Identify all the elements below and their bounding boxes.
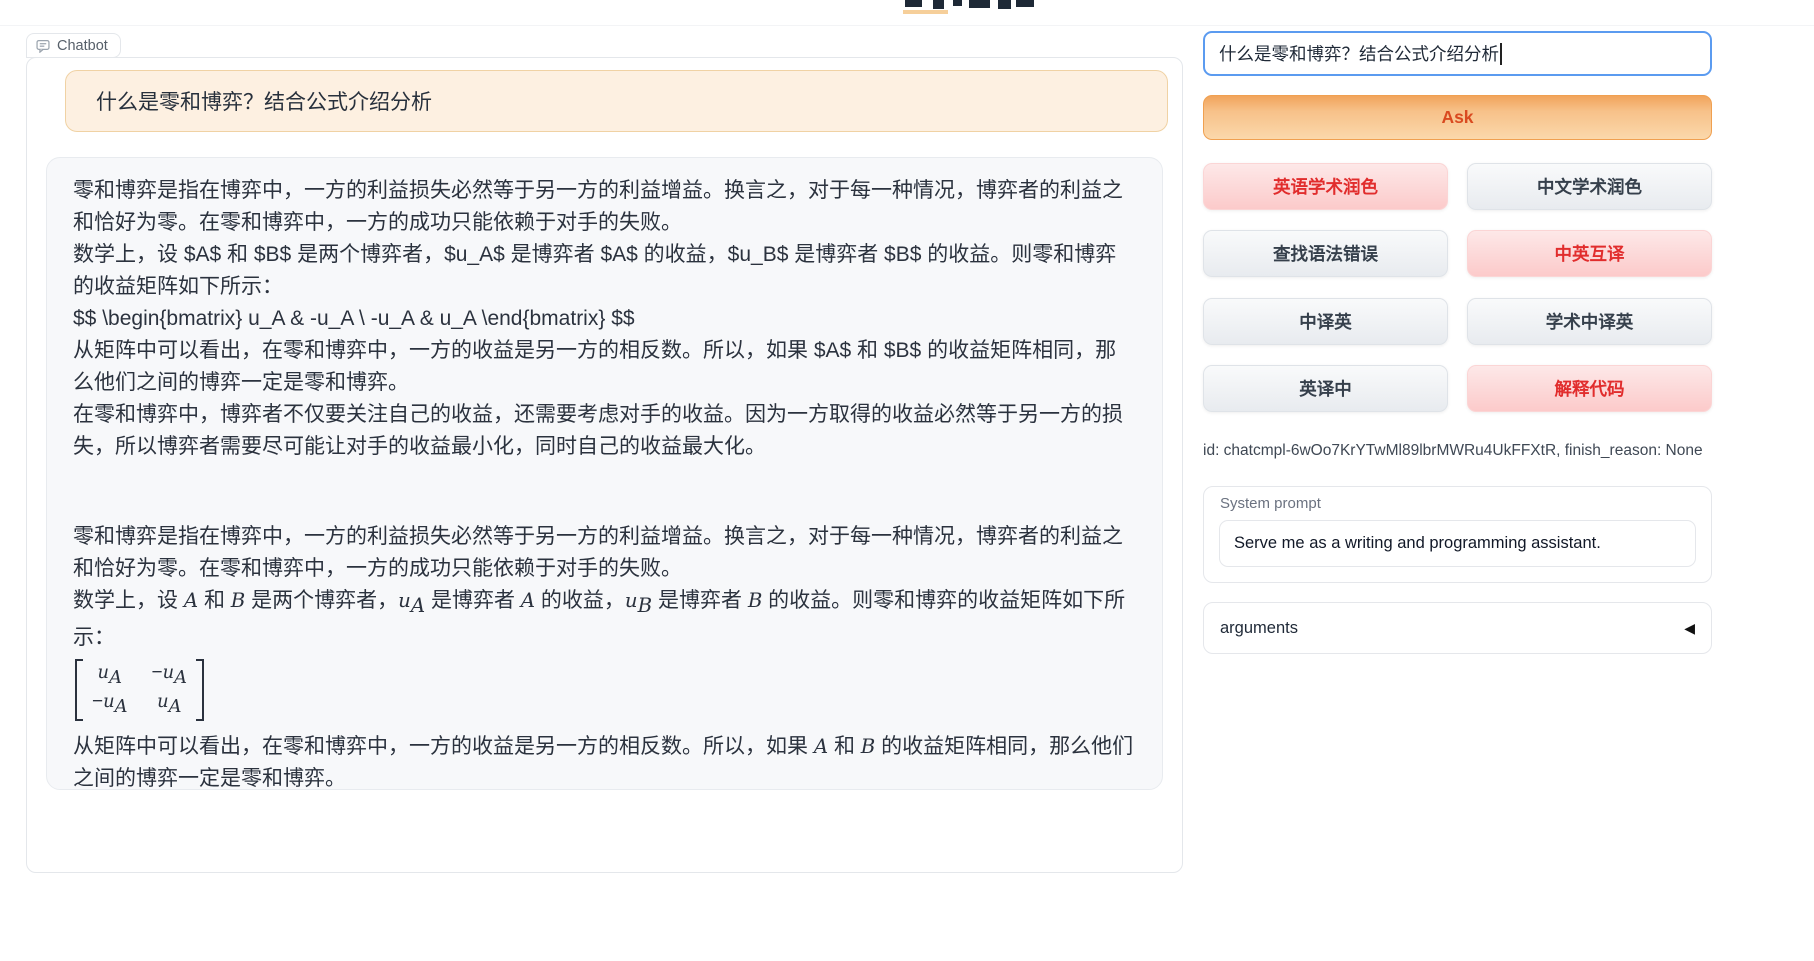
bot-paragraph: 数学上，设 $A$ 和 $B$ 是两个博弈者，$u_A$ 是博弈者 $A$ 的收… xyxy=(73,239,1136,303)
bot-paragraph-latex: $$ \begin{bmatrix} u_A & -u_A \ -u_A & u… xyxy=(73,303,1136,335)
top-divider xyxy=(0,25,1814,26)
chatbot-label: Chatbot xyxy=(26,33,121,58)
bot-paragraph: 零和博弈是指在博弈中，一方的利益损失必然等于另一方的利益增益。换言之，对于每一种… xyxy=(73,175,1136,239)
bot-paragraph: 从矩阵中可以看出，在零和博弈中，一方的收益是另一方的相反数。所以，如果 $A$ … xyxy=(73,335,1136,399)
rendered-matrix: uA−uA−uAuA xyxy=(75,659,204,721)
ask-button[interactable]: Ask xyxy=(1203,95,1712,140)
bot-paragraph: 零和博弈是指在博弈中，一方的利益损失必然等于另一方的利益增益。换言之，对于每一种… xyxy=(73,521,1136,585)
btn-en-to-zh[interactable]: 英译中 xyxy=(1203,365,1448,412)
btn-english-academic-polish[interactable]: 英语学术润色 xyxy=(1203,163,1448,210)
app: Chatbot 什么是零和博弈？结合公式介绍分析 零和博弈是指在博弈中，一方的利… xyxy=(0,0,1814,961)
question-input[interactable]: 什么是零和博弈？结合公式介绍分析 xyxy=(1203,31,1712,76)
matrix-right-bracket xyxy=(196,659,204,721)
user-message-text: 什么是零和博弈？结合公式介绍分析 xyxy=(96,86,432,116)
bot-paragraph-math: 从矩阵中可以看出，在零和博弈中，一方的收益是另一方的相反数。所以，如果 A 和 … xyxy=(73,731,1136,790)
btn-explain-code[interactable]: 解释代码 xyxy=(1467,365,1712,412)
system-prompt-box: System prompt xyxy=(1203,486,1712,583)
bot-paragraph: 在零和博弈中，博弈者不仅要关注自己的收益，还需要考虑对手的收益。因为一方取得的收… xyxy=(73,399,1136,463)
system-prompt-input[interactable] xyxy=(1219,520,1696,567)
btn-chinese-academic-polish[interactable]: 中文学术润色 xyxy=(1467,163,1712,210)
system-prompt-label: System prompt xyxy=(1220,495,1321,512)
user-message-bubble: 什么是零和博弈？结合公式介绍分析 xyxy=(65,70,1168,132)
text-cursor xyxy=(1500,43,1502,65)
chat-bubble-icon xyxy=(36,39,50,53)
bot-paragraph-math: 数学上，设 A 和 B 是两个博弈者，uA 是博弈者 A 的收益，uB 是博弈者… xyxy=(73,585,1136,654)
arguments-accordion-label: arguments xyxy=(1220,619,1298,638)
btn-zh-to-en[interactable]: 中译英 xyxy=(1203,298,1448,345)
bot-message-bubble: 零和博弈是指在博弈中，一方的利益损失必然等于另一方的利益增益。换言之，对于每一种… xyxy=(46,157,1163,790)
matrix-left-bracket xyxy=(75,659,83,721)
collapse-arrow-icon: ◀ xyxy=(1684,620,1695,637)
completion-status-line: id: chatcmpl-6wOo7KrYTwMl89lbrMWRu4UkFFX… xyxy=(1203,442,1703,460)
btn-academic-zh-to-en[interactable]: 学术中译英 xyxy=(1467,298,1712,345)
matrix-cells: uA−uA−uAuA xyxy=(83,659,196,721)
chatbot-label-text: Chatbot xyxy=(57,38,108,54)
btn-zh-en-mutual-translate[interactable]: 中英互译 xyxy=(1467,230,1712,277)
question-input-value: 什么是零和博弈？结合公式介绍分析 xyxy=(1219,41,1499,66)
message-gap xyxy=(73,463,1136,521)
btn-find-grammar-errors[interactable]: 查找语法错误 xyxy=(1203,230,1448,277)
arguments-accordion[interactable]: arguments ◀ xyxy=(1203,602,1712,654)
